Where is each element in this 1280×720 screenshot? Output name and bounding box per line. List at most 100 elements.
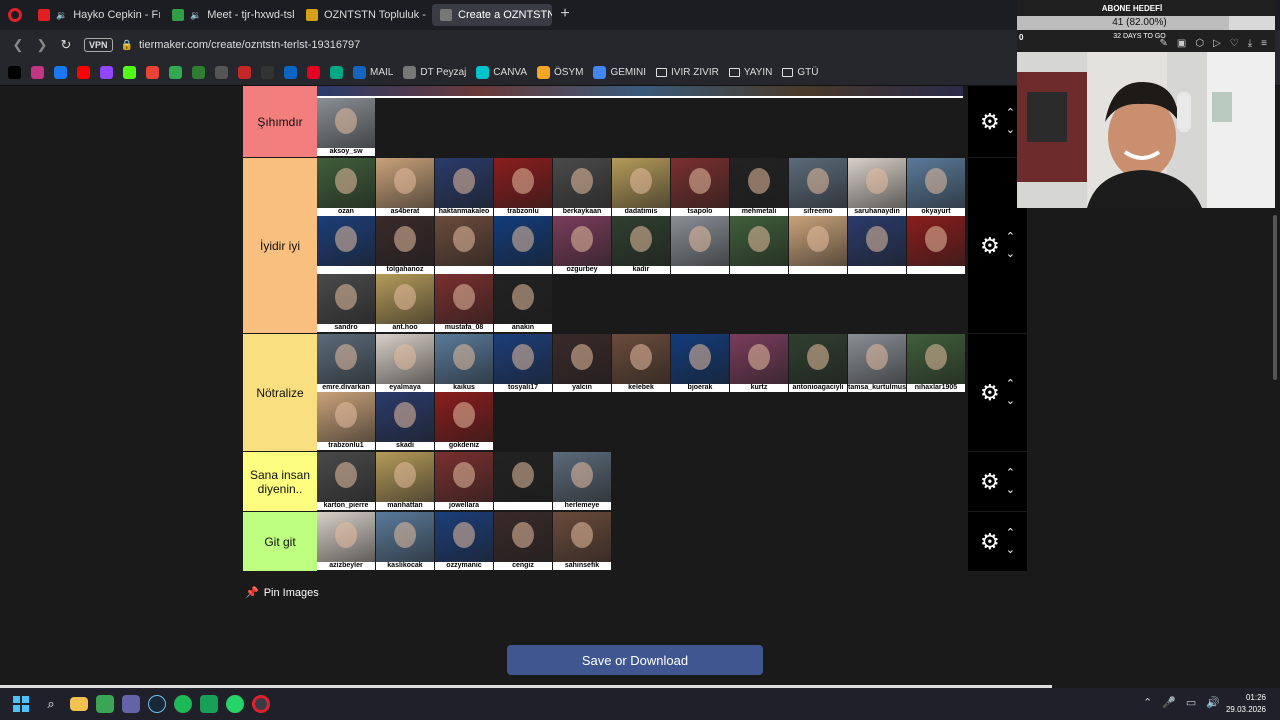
tier-image-tile[interactable]: antonioagaciyli bbox=[789, 334, 847, 392]
bookmark-item[interactable] bbox=[215, 66, 228, 79]
tier-items-dropzone[interactable]: aksoy_sw bbox=[317, 86, 968, 157]
chevron-down-icon[interactable]: ⌄ bbox=[1006, 395, 1015, 407]
tier-image-tile[interactable]: eyalmaya bbox=[376, 334, 434, 392]
chevron-up-icon[interactable]: ⌃ bbox=[1006, 467, 1015, 479]
tier-image-tile[interactable]: nihaxlar1905 bbox=[907, 334, 965, 392]
tier-image-tile[interactable]: kaslikocak bbox=[376, 512, 434, 570]
tier-image-tile[interactable]: jowellara bbox=[435, 452, 493, 510]
tier-image-tile[interactable]: berkaykaan bbox=[553, 158, 611, 216]
tier-image-tile[interactable]: kaikus bbox=[435, 334, 493, 392]
pin-images-toggle[interactable]: 📌 Pin Images bbox=[245, 586, 319, 600]
tier-image-tile[interactable]: sifreemo bbox=[789, 158, 847, 216]
tier-image-tile[interactable]: tamsa_kurtulmus bbox=[848, 334, 906, 392]
tier-image-tile[interactable]: haktanmakaleo bbox=[435, 158, 493, 216]
chevron-down-icon[interactable]: ⌄ bbox=[1006, 124, 1015, 136]
bookmark-item[interactable] bbox=[123, 66, 136, 79]
microphone-icon[interactable]: 🎤 bbox=[1162, 696, 1176, 709]
search-icon[interactable]: ⌕ bbox=[40, 693, 62, 715]
tier-items-dropzone[interactable]: azizbeyler kaslikocak ozzymanic cengiz sahin… bbox=[317, 512, 968, 571]
tier-image-tile[interactable]: karton_pierre bbox=[317, 452, 375, 510]
tier-image-tile[interactable]: dadatimis bbox=[612, 158, 670, 216]
shield-icon[interactable]: ⬡ bbox=[1195, 38, 1204, 49]
chevron-down-icon[interactable]: ⌄ bbox=[1006, 484, 1015, 496]
lock-icon[interactable]: 🔒 bbox=[121, 40, 133, 51]
tab-audio-icon[interactable]: 🔉 bbox=[190, 10, 201, 21]
bookmark-item[interactable] bbox=[100, 66, 113, 79]
tier-image-tile[interactable] bbox=[317, 216, 375, 274]
tier-image-tile[interactable]: sandro bbox=[317, 274, 375, 332]
tier-image-tile[interactable] bbox=[907, 216, 965, 274]
tier-image-tile[interactable]: okyayurt bbox=[907, 158, 965, 216]
tier-label[interactable]: Git git bbox=[243, 512, 317, 571]
bookmark-item[interactable] bbox=[8, 66, 21, 79]
tab-audio-icon[interactable]: 🔉 bbox=[56, 10, 67, 21]
edit-icon[interactable]: ✎ bbox=[1159, 38, 1167, 49]
app-icon-green[interactable] bbox=[96, 695, 114, 713]
tier-image-tile[interactable]: tosyali17 bbox=[494, 334, 552, 392]
bookmark-item[interactable] bbox=[330, 66, 343, 79]
bookmark-item[interactable] bbox=[31, 66, 44, 79]
tier-image-tile[interactable]: manhattan bbox=[376, 452, 434, 510]
bookmark-item[interactable] bbox=[192, 66, 205, 79]
bookmark-item[interactable] bbox=[146, 66, 159, 79]
display-icon[interactable]: ▭ bbox=[1186, 696, 1196, 709]
gear-icon[interactable]: ⚙ bbox=[980, 234, 1000, 257]
tier-image-tile[interactable]: kadir bbox=[612, 216, 670, 274]
tier-items-dropzone[interactable]: karton_pierre manhattan jowellara herlemeye bbox=[317, 452, 968, 511]
chevron-up-icon[interactable]: ⌃ bbox=[1006, 378, 1015, 390]
gear-icon[interactable]: ⚙ bbox=[980, 110, 1000, 133]
bookmark-item[interactable] bbox=[261, 66, 274, 79]
tier-image-tile[interactable]: mustafa_08 bbox=[435, 274, 493, 332]
url-field[interactable]: tiermaker.com/create/ozntstn-terlst-1931… bbox=[139, 39, 360, 51]
tier-image-tile[interactable]: kurtz bbox=[730, 334, 788, 392]
tier-image-tile[interactable] bbox=[494, 452, 552, 510]
tier-label[interactable]: Sana insan diyenin.. bbox=[243, 452, 317, 511]
back-arrow-icon[interactable]: ❮ bbox=[6, 33, 30, 57]
bookmark-item[interactable] bbox=[307, 66, 320, 79]
tier-image-tile[interactable]: yalcin bbox=[553, 334, 611, 392]
bookmark-item[interactable] bbox=[54, 66, 67, 79]
tier-image-tile[interactable]: cengiz bbox=[494, 512, 552, 570]
tier-image-tile[interactable]: emre.divarkan bbox=[317, 334, 375, 392]
bookmark-folder[interactable]: IVIR ZIVIR bbox=[656, 67, 719, 78]
tier-image-tile[interactable]: azizbeyler bbox=[317, 512, 375, 570]
vpn-badge[interactable]: VPN bbox=[84, 38, 113, 52]
tier-image-tile[interactable] bbox=[848, 216, 906, 274]
opera-taskbar-icon[interactable] bbox=[252, 695, 270, 713]
steam-icon[interactable] bbox=[148, 695, 166, 713]
tier-image-tile[interactable]: bjoerak bbox=[671, 334, 729, 392]
camera-icon[interactable]: ▣ bbox=[1177, 38, 1186, 49]
chevron-up-icon[interactable]: ⌃ bbox=[1143, 696, 1152, 709]
save-or-download-button[interactable]: Save or Download bbox=[507, 645, 763, 675]
chevron-up-icon[interactable]: ⌃ bbox=[1006, 231, 1015, 243]
tier-image-tile[interactable] bbox=[435, 216, 493, 274]
tier-image-tile[interactable]: anakin bbox=[494, 274, 552, 332]
taskbar-clock[interactable]: 01:26 29.03.2026 bbox=[1226, 692, 1266, 716]
tier-image-tile[interactable] bbox=[789, 216, 847, 274]
bookmark-item[interactable]: CANVA bbox=[476, 66, 527, 79]
bookmark-folder[interactable]: YAYIN bbox=[728, 67, 772, 78]
tier-image-tile[interactable]: ozzymanic bbox=[435, 512, 493, 570]
tier-items-dropzone[interactable]: emre.divarkan eyalmaya kaikus tosyali17 yalc… bbox=[317, 334, 968, 451]
gear-icon[interactable]: ⚙ bbox=[980, 470, 1000, 493]
tier-image-tile[interactable]: skadi bbox=[376, 392, 434, 450]
tier-label[interactable]: Şıhımdır bbox=[243, 86, 317, 157]
windows-start-icon[interactable] bbox=[10, 693, 32, 715]
gear-icon[interactable]: ⚙ bbox=[980, 530, 1000, 553]
forward-arrow-icon[interactable]: ❯ bbox=[30, 33, 54, 57]
tier-image-tile[interactable]: sahinsefik bbox=[553, 512, 611, 570]
chevron-down-icon[interactable]: ⌄ bbox=[1006, 544, 1015, 556]
tier-image-tile[interactable] bbox=[730, 216, 788, 274]
tier-image-tile[interactable]: tolgahanoz bbox=[376, 216, 434, 274]
browser-tab[interactable]: OZNTSTN Topluluk - Tier L bbox=[298, 4, 428, 26]
tier-label[interactable]: Nötralize bbox=[243, 334, 317, 451]
reload-icon[interactable]: ↻ bbox=[54, 33, 78, 57]
tier-image-tile[interactable]: gokdeniz bbox=[435, 392, 493, 450]
teams-icon[interactable] bbox=[122, 695, 140, 713]
bookmark-item[interactable]: ÖSYM bbox=[537, 66, 583, 79]
bookmark-item[interactable] bbox=[169, 66, 182, 79]
heart-icon[interactable]: ♡ bbox=[1230, 38, 1239, 49]
tier-image-tile[interactable]: ozgurbey bbox=[553, 216, 611, 274]
tier-image-tile[interactable]: mehmetali bbox=[730, 158, 788, 216]
bookmark-item[interactable] bbox=[238, 66, 251, 79]
